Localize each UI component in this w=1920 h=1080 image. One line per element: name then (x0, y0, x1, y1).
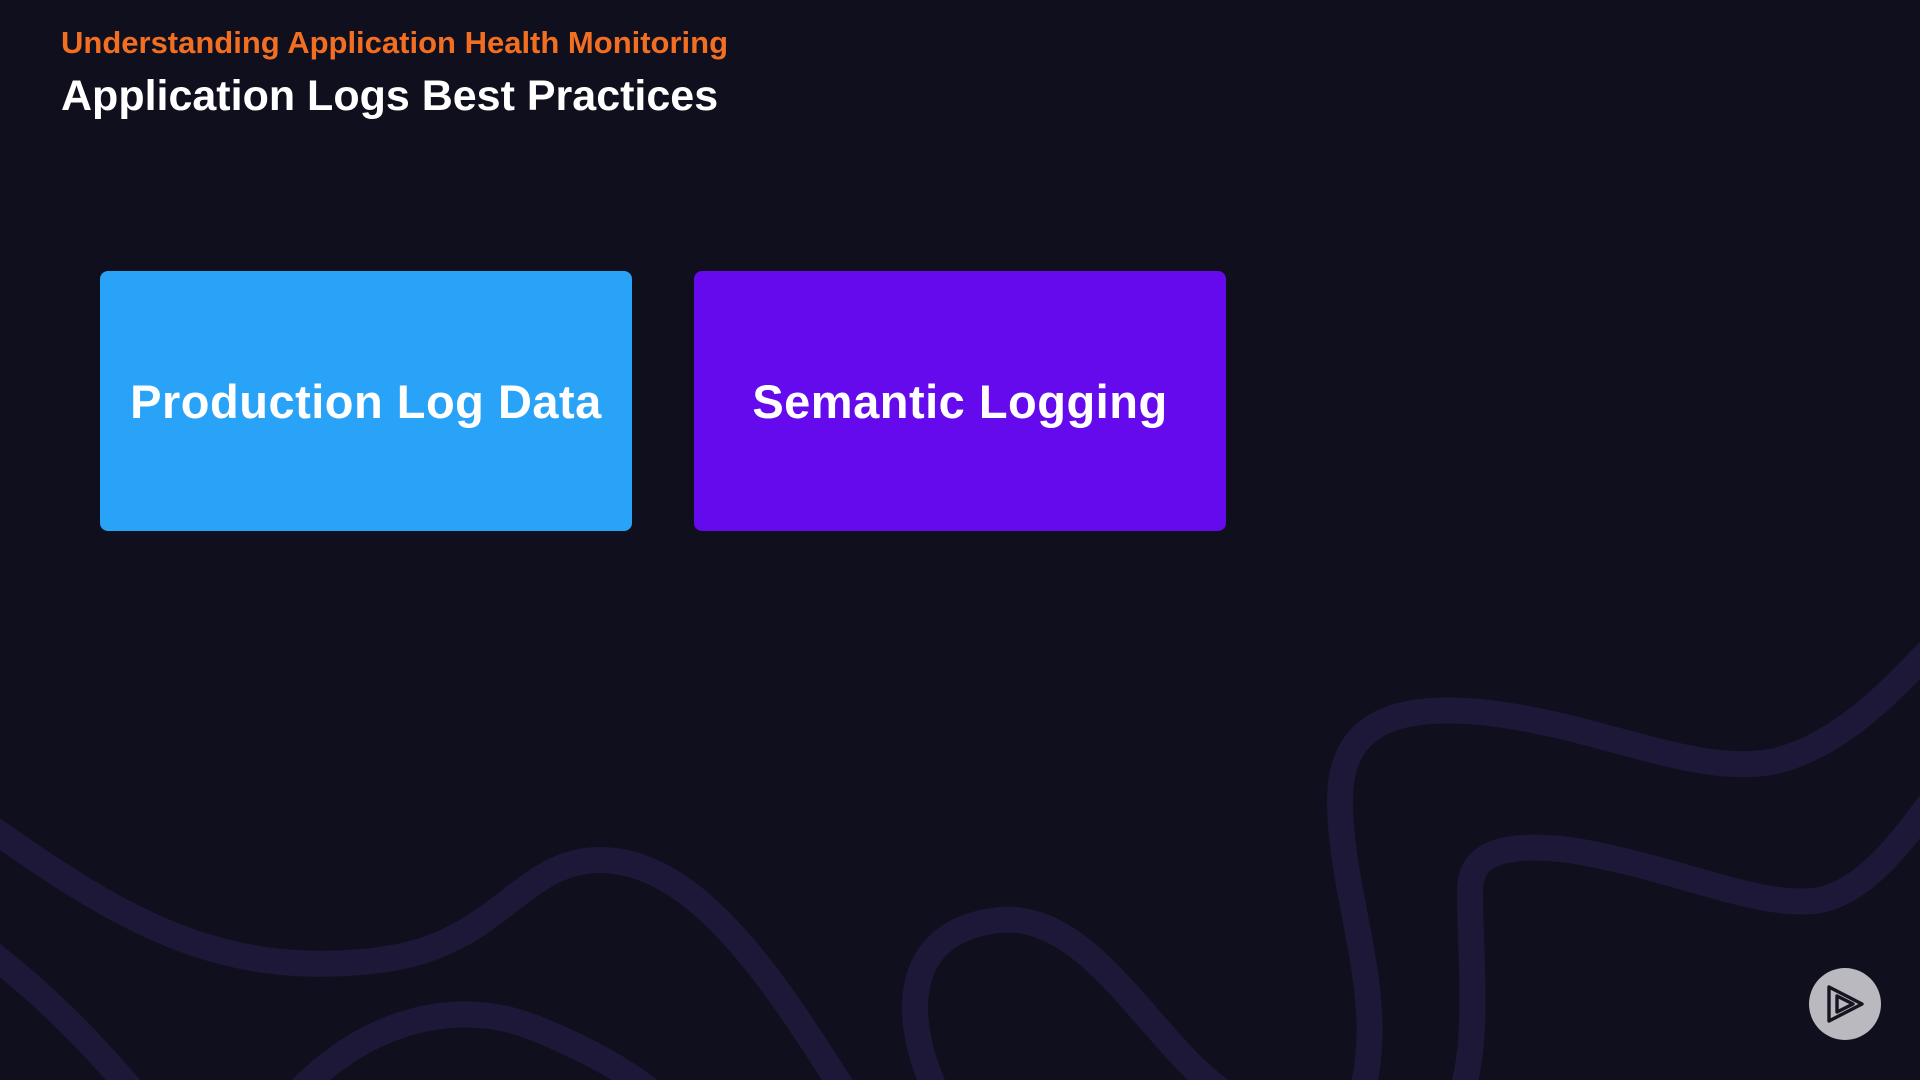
slide-title: Application Logs Best Practices (61, 72, 719, 120)
play-logo-icon (1823, 982, 1867, 1026)
semantic-logging-label: Semantic Logging (752, 374, 1168, 428)
production-log-data-card: Production Log Data (100, 271, 632, 531)
slide: Understanding Application Health Monitor… (0, 0, 1920, 1080)
production-log-data-label: Production Log Data (130, 374, 602, 428)
semantic-logging-card: Semantic Logging (694, 271, 1226, 531)
section-title: Understanding Application Health Monitor… (61, 25, 729, 60)
background-wave-decoration (0, 641, 1920, 1080)
play-button[interactable] (1809, 968, 1881, 1040)
